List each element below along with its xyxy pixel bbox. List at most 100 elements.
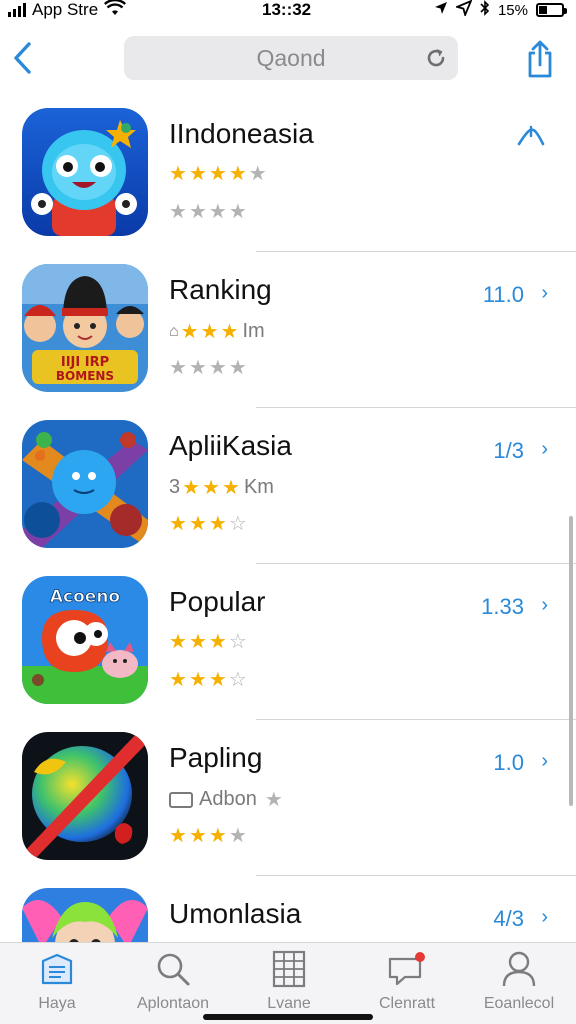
star-icon: ★ bbox=[169, 631, 187, 653]
chevron-right-icon[interactable]: › bbox=[541, 594, 548, 617]
reload-button[interactable] bbox=[424, 46, 448, 70]
row-value: 1.0 bbox=[493, 750, 524, 775]
tab-label: Clenratt bbox=[378, 995, 436, 1012]
star-icon: ★ bbox=[169, 669, 187, 691]
meta-text: Im bbox=[242, 320, 265, 342]
star-icon: ★ bbox=[208, 163, 227, 185]
newspaper-icon bbox=[37, 949, 77, 989]
star-icon: ★ bbox=[188, 669, 207, 691]
star-icon: ★ bbox=[220, 320, 239, 343]
app-title: Umonlasia bbox=[169, 898, 302, 929]
expand-button[interactable] bbox=[516, 124, 546, 153]
share-icon bbox=[528, 40, 552, 78]
tab-profile[interactable]: Eoanlecol bbox=[464, 949, 574, 1019]
status-left: App Stre bbox=[8, 0, 127, 21]
meta-text: Adbon bbox=[199, 788, 257, 810]
list-item[interactable]: Umonlasia 4/3 › bbox=[0, 876, 576, 942]
star-icon: ☆ bbox=[228, 669, 247, 691]
app-title: Papling bbox=[169, 742, 263, 773]
star-icon: ★ bbox=[228, 163, 247, 185]
wifi-icon bbox=[104, 0, 127, 21]
reload-icon bbox=[427, 49, 445, 67]
tab-grid[interactable]: Lvane bbox=[234, 949, 344, 1019]
chat-icon bbox=[387, 949, 427, 989]
tab-today[interactable]: Haya bbox=[2, 949, 112, 1019]
rating-meta: Adbon ★ bbox=[169, 788, 283, 811]
bluetooth-icon bbox=[480, 0, 490, 20]
star-icon: ★ bbox=[200, 320, 219, 343]
tab-chat[interactable]: Clenratt bbox=[352, 949, 462, 1019]
rating-stars: ★ ★ ★ ☆ bbox=[169, 632, 247, 652]
person-icon bbox=[499, 949, 539, 989]
star-icon: ★ bbox=[248, 163, 267, 185]
star-icon: ★ bbox=[264, 788, 283, 811]
rating-stars-secondary: ★ ★ ★ ☆ bbox=[169, 670, 247, 690]
star-icon: ★ bbox=[208, 631, 227, 653]
tab-label: Aplontaon bbox=[136, 995, 210, 1012]
star-icon: ★ bbox=[188, 163, 207, 185]
status-bar: App Stre 13::32 15% bbox=[0, 0, 576, 22]
rating-meta: ⌂ ★ ★ ★ Im bbox=[169, 320, 265, 343]
rating-stars-secondary: ★ ★ ★ ★ bbox=[169, 202, 247, 222]
battery-percent: 15% bbox=[497, 1, 528, 19]
grid-icon bbox=[269, 949, 309, 989]
nav-bar: Qaond bbox=[0, 30, 576, 90]
chevron-right-icon[interactable]: › bbox=[541, 438, 548, 461]
chevron-right-icon[interactable]: › bbox=[541, 750, 548, 773]
svg-text:BOMENS: BOMENS bbox=[56, 369, 114, 383]
star-icon: ★ bbox=[228, 357, 247, 379]
search-field[interactable]: Qaond bbox=[124, 36, 458, 80]
chevron-right-icon[interactable]: › bbox=[541, 906, 548, 929]
app-title: IIndoneasia bbox=[169, 118, 314, 149]
row-value: 11.0 bbox=[482, 282, 524, 307]
star-icon: ★ bbox=[169, 163, 187, 185]
row-value: 4/3 bbox=[493, 906, 524, 931]
app-title: Ranking bbox=[169, 274, 272, 305]
signal-icon bbox=[8, 3, 26, 17]
star-icon: ★ bbox=[208, 201, 227, 223]
svg-text:Acoeno: Acoeno bbox=[50, 587, 120, 607]
star-icon: ★ bbox=[182, 476, 201, 499]
star-icon: ☆ bbox=[228, 513, 247, 535]
share-button[interactable] bbox=[520, 36, 560, 82]
home-indicator[interactable] bbox=[203, 1014, 373, 1020]
scroll-indicator[interactable] bbox=[569, 516, 573, 806]
row-value: 1.33 bbox=[481, 594, 524, 619]
star-icon: ★ bbox=[208, 825, 227, 847]
svg-text:IIJI IRP: IIJI IRP bbox=[61, 355, 109, 370]
star-icon: ★ bbox=[228, 201, 247, 223]
app-icon-mascot[interactable] bbox=[22, 108, 148, 236]
star-icon: ★ bbox=[202, 476, 220, 499]
tab-search[interactable]: Aplontaon bbox=[118, 949, 228, 1019]
download-size-icon: ⌂ bbox=[169, 322, 179, 340]
list-item[interactable]: IIndoneasia ★ ★ ★ ★ ★ ★ ★ ★ ★ bbox=[0, 96, 576, 252]
app-icon-blob[interactable] bbox=[22, 420, 148, 548]
star-icon: ★ bbox=[180, 320, 199, 343]
expand-arrow-icon bbox=[517, 125, 545, 146]
app-icon-fairy[interactable] bbox=[22, 888, 148, 942]
rating-stars-secondary: ★ ★ ★ ★ bbox=[169, 358, 247, 378]
app-icon-critter[interactable]: Acoeno bbox=[22, 576, 148, 704]
app-list[interactable]: IIndoneasia ★ ★ ★ ★ ★ ★ ★ ★ ★ IIJI IRP B… bbox=[0, 96, 576, 942]
star-icon: ★ bbox=[228, 825, 247, 847]
app-icon-abstract[interactable] bbox=[22, 732, 148, 860]
tab-label: Eoanlecol bbox=[483, 995, 555, 1012]
star-icon: ★ bbox=[208, 513, 227, 535]
tab-label: Haya bbox=[38, 995, 76, 1012]
back-button[interactable] bbox=[8, 38, 36, 78]
list-item[interactable]: Acoeno Popular ★ ★ ★ ☆ ★ ★ ★ ☆ 1.33 › bbox=[0, 564, 576, 720]
search-icon bbox=[153, 949, 193, 989]
app-icon-characters[interactable]: IIJI IRP BOMENS bbox=[22, 264, 148, 392]
star-icon: ★ bbox=[188, 201, 207, 223]
status-time: 13::32 bbox=[262, 0, 312, 19]
rating-stars-secondary: ★ ★ ★ ★ bbox=[169, 826, 247, 846]
list-item[interactable]: IIJI IRP BOMENS Ranking ⌂ ★ ★ ★ Im ★ ★ ★ ★ 11.… bbox=[0, 252, 576, 408]
list-item[interactable]: Papling Adbon ★ ★ ★ ★ ★ 1.0 › bbox=[0, 720, 576, 876]
star-icon: ★ bbox=[222, 476, 240, 499]
rating-stars-secondary: ★ ★ ★ ☆ bbox=[169, 514, 247, 534]
rating-meta: 3 ★ ★ ★ Km bbox=[169, 476, 274, 499]
chevron-right-icon[interactable]: › bbox=[541, 282, 548, 305]
star-icon: ★ bbox=[169, 201, 187, 223]
list-item[interactable]: ApliiKasia 3 ★ ★ ★ Km ★ ★ ★ ☆ 1/3 › bbox=[0, 408, 576, 564]
star-icon: ★ bbox=[188, 357, 207, 379]
